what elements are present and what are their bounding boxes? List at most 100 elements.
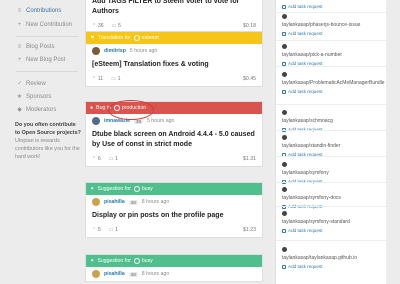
divider — [276, 40, 386, 41]
avatar[interactable] — [92, 198, 100, 206]
sidebar-item-contributions[interactable]: ≡ Contributions — [16, 8, 62, 14]
contribution-card[interactable]: ✦ Suggestion for busy pisahilla 49 8 hou… — [85, 182, 263, 238]
repo-name[interactable]: taylankasap/ProblematicAcMeManagerBundle — [282, 80, 385, 87]
card-footer: ⌃ 6 ▭ 1 $1.31 — [86, 152, 262, 166]
repo-item[interactable]: taylankasap/symfony-standard Add task re… — [282, 211, 382, 234]
upvote-count[interactable]: ⌃ 5 — [92, 227, 101, 233]
star-icon: ★ — [16, 94, 23, 100]
comment-icon: ▭ — [111, 23, 117, 29]
comment-icon: ▭ — [108, 227, 114, 233]
repo-name[interactable]: taylankasap/symfony-standard — [282, 219, 382, 226]
divider — [276, 12, 386, 13]
divider — [276, 104, 386, 105]
add-task-request-link[interactable]: Add task request — [282, 3, 382, 10]
shield-icon: ◆ — [17, 107, 22, 113]
post-time: 5 hours ago — [129, 48, 158, 54]
sidebar-divider — [16, 71, 78, 72]
add-task-request-link[interactable]: Add task request — [282, 263, 382, 270]
card-title[interactable]: [eSteem] Translation fixes & voting — [86, 58, 262, 72]
sidebar-divider — [16, 36, 78, 37]
sidebar-item-new-blog-post[interactable]: + New Blog Post — [16, 57, 66, 63]
sidebar-promo: Do you often contribute to Open Source p… — [15, 121, 81, 161]
author-link[interactable]: pisahilla — [104, 271, 125, 277]
avatar[interactable] — [92, 47, 100, 55]
sidebar: ≡ Contributions + New Contribution ≡ Blo… — [0, 0, 82, 284]
reputation-badge: 49 — [128, 199, 138, 205]
divider — [276, 206, 386, 207]
card-repo-link[interactable]: busy — [142, 258, 153, 264]
github-icon — [282, 162, 287, 167]
list-icon: ≡ — [17, 44, 22, 50]
sidebar-item-label: Contributions — [26, 8, 62, 14]
repo-name[interactable]: taylankasap/pick-a-number — [282, 52, 382, 59]
repo-name[interactable]: taylankasap/schmoacg — [282, 118, 382, 125]
github-icon — [282, 247, 287, 252]
post-time: 8 hours ago — [141, 199, 170, 205]
card-title[interactable]: Dtube black screen on Android 4.4.4 - 5.… — [86, 128, 262, 152]
repo-item[interactable]: taylankasap/taylankasap.github.io Add ta… — [282, 247, 382, 270]
repo-name[interactable]: taylankasap/symfony-docs — [282, 195, 382, 202]
divider — [276, 130, 386, 131]
sidebar-item-blog-posts[interactable]: ≡ Blog Posts — [16, 44, 55, 50]
card-title[interactable]: Add TAGS FILTER to Steem Voter to vote f… — [86, 0, 262, 19]
reputation-badge: 49 — [128, 271, 138, 277]
upvote-count[interactable]: ⌃ 36 — [92, 23, 104, 29]
lightbulb-icon: ✦ — [90, 258, 95, 264]
add-task-request-link[interactable]: Add task request — [282, 88, 382, 95]
repo-item[interactable]: taylankasap/ProblematicAcMeManagerBundle… — [282, 72, 385, 95]
github-icon — [133, 35, 140, 41]
repo-name[interactable]: taylankasap/taylankasap.github.io — [282, 255, 382, 262]
comment-count[interactable]: ▭ 1 — [109, 227, 118, 233]
avatar[interactable] — [92, 117, 100, 125]
plus-square-icon — [282, 31, 286, 36]
card-footer: ⌃ 11 ▭ 1 $0.45 — [86, 72, 262, 86]
comment-count[interactable]: ▭ 1 — [109, 156, 118, 162]
contribution-card[interactable]: ⚑ Translation for esteem dimitrisp 5 hou… — [85, 31, 263, 87]
plus-square-icon — [282, 264, 286, 269]
card-repo-link[interactable]: busy — [142, 186, 153, 192]
contribution-card[interactable]: ✦ Suggestion for busy pisahilla 49 8 hou… — [85, 254, 263, 282]
repo-item[interactable]: taylankasap/pick-a-number Add task reque… — [282, 44, 382, 67]
sidebar-item-sponsors[interactable]: ★ Sponsors — [16, 93, 52, 101]
repo-name[interactable]: taylankasap/standin-finder — [282, 143, 382, 150]
post-time: 8 hours ago — [141, 271, 170, 277]
sidebar-item-review[interactable]: ✓ Review — [16, 80, 46, 88]
card-category: Suggestion for — [97, 186, 131, 192]
avatar[interactable] — [92, 270, 100, 278]
author-link[interactable]: dimitrisp — [104, 48, 126, 54]
upvote-count[interactable]: ⌃ 6 — [92, 156, 101, 162]
repo-name[interactable]: taylankasap/symfony — [282, 170, 382, 177]
chevron-up-icon: ⌃ — [92, 76, 97, 82]
sidebar-item-new-contribution[interactable]: + New Contribution — [16, 22, 72, 28]
add-task-request-link[interactable]: Add task request — [282, 30, 382, 37]
repo-item[interactable]: taylankasap/phaserjs-bounce-issue Add ta… — [282, 14, 382, 37]
translation-icon: ⚑ — [90, 35, 95, 41]
github-icon — [282, 211, 287, 216]
card-meta: pisahilla 49 8 hours ago — [86, 195, 262, 209]
github-icon — [133, 186, 140, 192]
add-task-request-link[interactable]: Add task request — [282, 227, 382, 234]
chevron-up-icon: ⌃ — [92, 23, 97, 29]
sidebar-item-label: Blog Posts — [26, 44, 55, 50]
comment-count[interactable]: ▭ 1 — [111, 76, 120, 82]
plus-square-icon — [282, 89, 286, 94]
chevron-up-icon: ⌃ — [92, 227, 97, 233]
author-link[interactable]: pisahilla — [104, 199, 125, 205]
github-icon — [282, 135, 287, 140]
card-footer: ⌃ 5 ▭ 1 $1.23 — [86, 223, 262, 237]
lightbulb-icon: ✦ — [90, 186, 95, 192]
repo-item[interactable]: taylankasap/standin-finder Add task requ… — [282, 135, 382, 158]
post-time: 5 hours ago — [146, 118, 175, 124]
card-repo-link[interactable]: esteem — [142, 35, 159, 41]
comment-count[interactable]: ▭ 5 — [112, 23, 121, 29]
contribution-card[interactable]: Add TAGS FILTER to Steem Voter to vote f… — [85, 0, 263, 34]
repository-list: Add task request taylankasap/phaserjs-bo… — [275, 0, 386, 284]
payout-amount: $0.45 — [243, 76, 256, 82]
repo-item[interactable]: Add task request — [282, 2, 382, 10]
upvote-count[interactable]: ⌃ 11 — [92, 76, 103, 82]
repo-name[interactable]: taylankasap/phaserjs-bounce-issue — [282, 22, 382, 29]
card-category-header: ⚑ Translation for esteem — [86, 32, 262, 44]
card-title[interactable]: Display or pin posts on the profile page — [86, 209, 262, 223]
contribution-feed: Add TAGS FILTER to Steem Voter to vote f… — [85, 0, 263, 284]
sidebar-item-moderators[interactable]: ◆ Moderators — [16, 106, 56, 114]
